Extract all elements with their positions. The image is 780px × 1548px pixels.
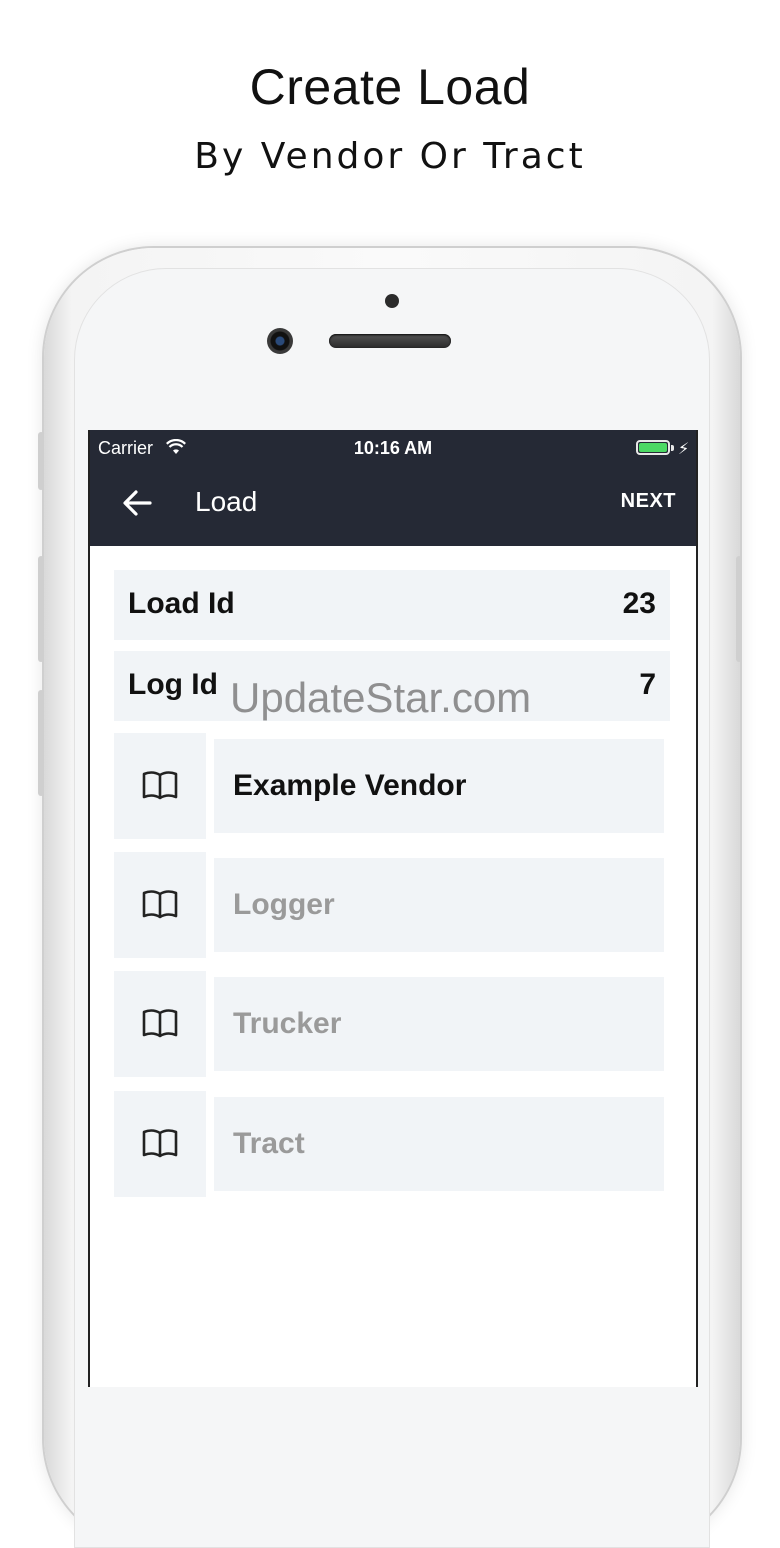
- log-id-value: 7: [639, 668, 656, 701]
- tract-picker-row: Tract: [114, 1091, 664, 1197]
- phone-side-button: [736, 556, 742, 662]
- trucker-field-text: Trucker: [233, 1007, 342, 1040]
- logger-picker-row: Logger: [114, 852, 664, 958]
- page-title: Load: [195, 486, 258, 517]
- phone-side-button: [38, 690, 44, 796]
- logger-field[interactable]: Logger: [214, 858, 664, 952]
- status-bar: Carrier 10:16 AM ⚡: [90, 430, 696, 468]
- watermark: UpdateStar.com: [230, 674, 532, 721]
- vendor-lookup-button[interactable]: [114, 733, 206, 839]
- battery-tip: [671, 445, 674, 451]
- trucker-field[interactable]: Trucker: [214, 977, 664, 1071]
- charging-bolt-icon: ⚡: [678, 439, 690, 458]
- logger-field-text: Logger: [233, 888, 335, 921]
- load-id-value: 23: [622, 587, 656, 620]
- load-id-label: Load Id: [128, 587, 235, 620]
- next-button[interactable]: NEXT: [621, 490, 676, 513]
- book-icon: [142, 890, 178, 919]
- vendor-field-text: Example Vendor: [233, 769, 467, 802]
- book-icon: [142, 1009, 178, 1038]
- front-sensor: [385, 294, 399, 308]
- book-icon: [142, 771, 178, 800]
- phone-screen: Carrier 10:16 AM ⚡ Load NEXT Load Id 23 …: [88, 430, 698, 1387]
- front-camera: [267, 328, 293, 354]
- tract-lookup-button[interactable]: [114, 1091, 206, 1197]
- vendor-field[interactable]: Example Vendor: [214, 739, 664, 833]
- tract-field-text: Tract: [233, 1127, 305, 1160]
- log-id-label: Log Id: [128, 668, 218, 701]
- trucker-picker-row: Trucker: [114, 971, 664, 1077]
- back-arrow-icon[interactable]: [120, 486, 154, 520]
- phone-side-button: [38, 556, 44, 662]
- vendor-picker-row: Example Vendor: [114, 733, 664, 839]
- battery-icon: [636, 440, 670, 455]
- trucker-lookup-button[interactable]: [114, 971, 206, 1077]
- status-time: 10:16 AM: [353, 438, 433, 458]
- load-id-row: Load Id 23: [114, 570, 670, 640]
- earpiece-speaker: [329, 334, 451, 348]
- logger-lookup-button[interactable]: [114, 852, 206, 958]
- tract-field[interactable]: Tract: [214, 1097, 664, 1191]
- promo-title: Create Load: [249, 59, 531, 115]
- promo-subtitle: By Vendor Or Tract: [194, 136, 586, 177]
- book-icon: [142, 1129, 178, 1158]
- phone-side-button: [38, 432, 44, 490]
- app-bar: Carrier 10:16 AM ⚡ Load NEXT: [90, 430, 696, 546]
